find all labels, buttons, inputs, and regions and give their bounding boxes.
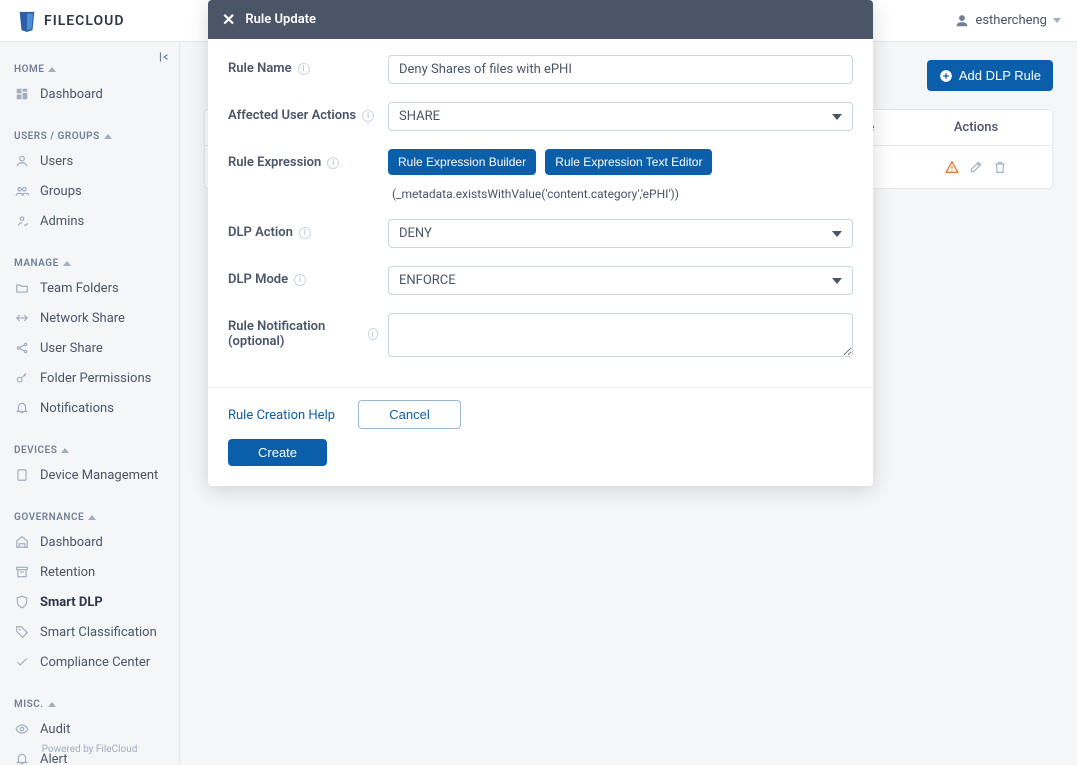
sidebar-item-audit[interactable]: Audit [0, 714, 179, 744]
col-actions: Actions [916, 120, 1036, 135]
sidebar-item-notifications[interactable]: Notifications [0, 393, 179, 423]
dlp-mode-label: DLP Modei [228, 266, 378, 287]
groups-icon [14, 183, 30, 199]
delete-icon[interactable] [993, 160, 1007, 174]
info-icon[interactable]: i [362, 110, 374, 122]
dlp-action-select[interactable]: DENY [388, 219, 853, 248]
user-menu[interactable]: esthercheng [955, 13, 1061, 28]
caret-up-icon [48, 702, 56, 707]
sidebar-item-groups[interactable]: Groups [0, 176, 179, 206]
caret-up-icon [61, 448, 69, 453]
admins-icon [14, 213, 30, 229]
info-icon[interactable]: i [294, 274, 306, 286]
section-misc-header[interactable]: MISC. [0, 695, 179, 714]
brand-logo: FILECLOUD [16, 10, 124, 32]
expression-text-editor-button[interactable]: Rule Expression Text Editor [545, 149, 712, 175]
affected-actions-label: Affected User Actionsi [228, 102, 378, 123]
share-icon [14, 340, 30, 356]
caret-up-icon [88, 515, 96, 520]
warning-icon[interactable] [945, 160, 959, 174]
sidebar-item-user-share[interactable]: User Share [0, 333, 179, 363]
powered-by: Powered by FileCloud [0, 744, 179, 755]
notification-label: Rule Notification (optional)i [228, 313, 378, 349]
plus-circle-icon [939, 69, 953, 83]
rule-update-modal: ✕ Rule Update Rule Namei Affected User A… [208, 0, 873, 486]
info-icon[interactable]: i [299, 227, 311, 239]
cancel-button[interactable]: Cancel [358, 400, 460, 429]
expression-builder-button[interactable]: Rule Expression Builder [388, 149, 536, 175]
caret-up-icon [48, 67, 56, 72]
modal-title: Rule Update [245, 12, 316, 27]
dashboard-icon [14, 534, 30, 550]
close-icon[interactable]: ✕ [222, 10, 235, 29]
user-name: esthercheng [975, 13, 1047, 28]
caret-up-icon [104, 134, 112, 139]
folder-icon [14, 280, 30, 296]
sidebar-item-users[interactable]: Users [0, 146, 179, 176]
chevron-down-icon [1053, 18, 1061, 23]
sidebar-item-smart-dlp[interactable]: Smart DLP [0, 587, 179, 617]
section-home-header[interactable]: HOME [0, 60, 179, 79]
sidebar-item-gov-dashboard[interactable]: Dashboard [0, 527, 179, 557]
rule-name-input[interactable] [388, 55, 853, 84]
bell-icon [14, 400, 30, 416]
key-icon [14, 370, 30, 386]
modal-header: ✕ Rule Update [208, 0, 873, 39]
network-icon [14, 310, 30, 326]
sidebar-item-dashboard[interactable]: Dashboard [0, 79, 179, 109]
add-dlp-rule-button[interactable]: Add DLP Rule [927, 60, 1053, 91]
shield-icon [14, 594, 30, 610]
section-devices-header[interactable]: DEVICES [0, 441, 179, 460]
info-icon[interactable]: i [327, 157, 339, 169]
check-icon [14, 654, 30, 670]
section-manage-header[interactable]: MANAGE [0, 254, 179, 273]
sidebar-item-admins[interactable]: Admins [0, 206, 179, 236]
info-icon[interactable]: i [368, 328, 379, 340]
section-users-header[interactable]: USERS / GROUPS [0, 127, 179, 146]
dashboard-icon [14, 86, 30, 102]
affected-actions-select[interactable]: SHARE [388, 102, 853, 131]
caret-up-icon [63, 261, 71, 266]
sidebar-item-device-mgmt[interactable]: Device Management [0, 460, 179, 490]
rule-name-label: Rule Namei [228, 55, 378, 76]
expression-text: (_metadata.existsWithValue('content.cate… [392, 187, 853, 201]
collapse-sidebar-button[interactable] [155, 48, 173, 66]
device-icon [14, 467, 30, 483]
edit-icon[interactable] [969, 160, 983, 174]
filecloud-logo-icon [16, 10, 38, 32]
collapse-icon [157, 50, 171, 64]
sidebar-item-compliance-center[interactable]: Compliance Center [0, 647, 179, 677]
user-icon [955, 14, 969, 28]
sidebar-item-smart-classification[interactable]: Smart Classification [0, 617, 179, 647]
sidebar-item-folder-permissions[interactable]: Folder Permissions [0, 363, 179, 393]
user-icon [14, 153, 30, 169]
tag-icon [14, 624, 30, 640]
dlp-action-label: DLP Actioni [228, 219, 378, 240]
info-icon[interactable]: i [298, 63, 310, 75]
archive-icon [14, 564, 30, 580]
notification-textarea[interactable] [388, 313, 853, 357]
rule-expression-label: Rule Expressioni [228, 149, 378, 170]
eye-icon [14, 721, 30, 737]
sidebar-item-team-folders[interactable]: Team Folders [0, 273, 179, 303]
brand-text: FILECLOUD [44, 13, 124, 29]
sidebar: HOME Dashboard USERS / GROUPS Users Grou… [0, 42, 180, 765]
create-button[interactable]: Create [228, 439, 327, 466]
dlp-mode-select[interactable]: ENFORCE [388, 266, 853, 295]
sidebar-item-retention[interactable]: Retention [0, 557, 179, 587]
sidebar-item-network-share[interactable]: Network Share [0, 303, 179, 333]
section-governance-header[interactable]: GOVERNANCE [0, 508, 179, 527]
rule-creation-help-link[interactable]: Rule Creation Help [228, 408, 335, 423]
